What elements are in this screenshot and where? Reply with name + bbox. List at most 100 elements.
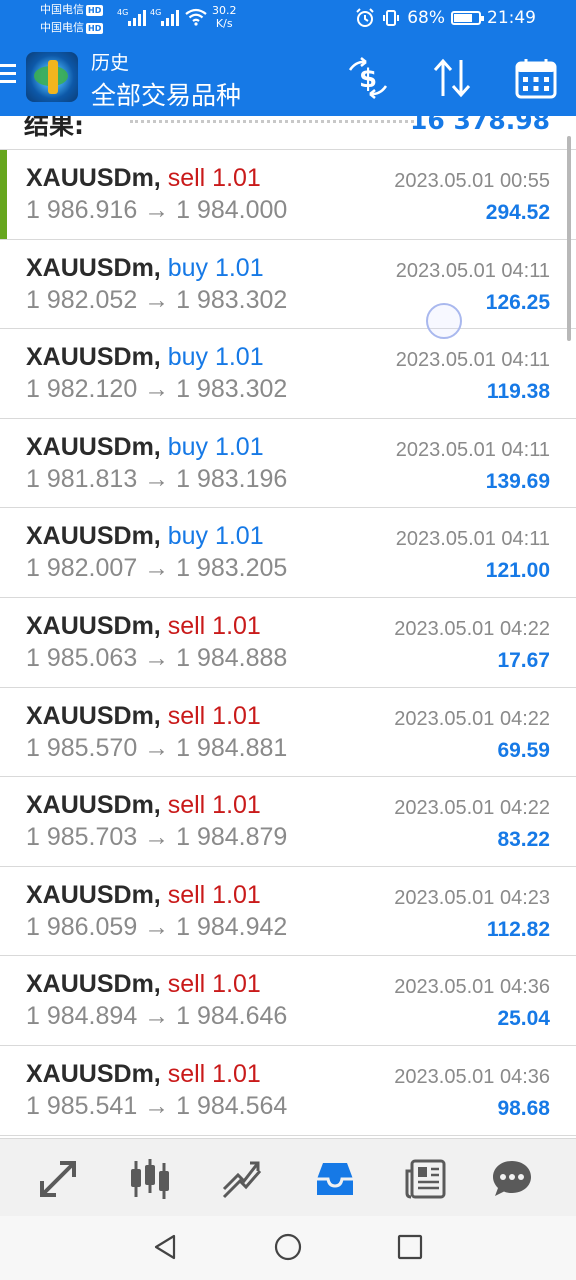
trade-datetime: 2023.05.01 04:36	[394, 976, 550, 999]
network-1-label: 4G	[117, 8, 129, 17]
scrollbar[interactable]	[567, 136, 571, 341]
app-logo	[26, 52, 78, 102]
battery-percent: 68%	[407, 8, 445, 28]
trade-symbol-line: XAUUSDm, sell 1.01	[26, 702, 261, 731]
trade-prices: 1 982.007 → 1 983.205	[26, 554, 288, 583]
trade-prices: 1 985.541 → 1 984.564	[26, 1091, 288, 1120]
trade-row[interactable]: XAUUSDm, buy 1.01 1 982.007 → 1 983.205 20…	[0, 508, 576, 598]
trade-row[interactable]: XAUUSDm, buy 1.01 1 982.120 → 1 983.302 20…	[0, 329, 576, 419]
hd-badge-2: HD	[86, 23, 104, 34]
net-speed-value: 30.2	[212, 4, 237, 17]
trade-prices: 1 985.063 → 1 984.888	[26, 643, 288, 672]
trade-row[interactable]: XAUUSDm, sell 1.01 1 985.063 → 1 984.888 2…	[0, 598, 576, 688]
trade-symbol-line: XAUUSDm, sell 1.01	[26, 612, 261, 641]
trade-profit: 17.67	[497, 648, 550, 672]
trade-side: sell 1.01	[167, 880, 261, 909]
trade-symbol: XAUUSDm,	[26, 880, 161, 909]
trade-side: sell 1.01	[167, 701, 261, 730]
carrier-2: 中国电信 HD	[40, 21, 104, 35]
summary-label: 结果:	[24, 116, 84, 140]
system-nav-bar	[0, 1216, 576, 1280]
sort-icon[interactable]	[430, 56, 474, 100]
trade-symbol-line: XAUUSDm, sell 1.01	[26, 1060, 261, 1089]
trade-row[interactable]: XAUUSDm, buy 1.01 1 982.052 → 1 983.302 20…	[0, 240, 576, 330]
network-2-label: 4G	[150, 8, 162, 17]
clock: 21:49	[487, 8, 536, 28]
trade-prices: 1 986.916 → 1 984.000	[26, 196, 288, 224]
trade-profit: 112.82	[486, 917, 550, 941]
trade-prices: 1 984.894 → 1 984.646	[26, 1002, 288, 1031]
trade-row[interactable]: XAUUSDm, sell 1.01 1 985.570 → 1 984.881 2…	[0, 688, 576, 778]
trade-row[interactable]: XAUUSDm, buy 1.01 1 981.813 → 1 983.196 20…	[0, 419, 576, 509]
trade-datetime: 2023.05.01 04:22	[394, 707, 550, 730]
trade-symbol: XAUUSDm,	[26, 611, 161, 640]
trade-side: buy 1.01	[167, 432, 264, 461]
net-speed-unit: K/s	[215, 17, 233, 30]
trade-profit: 25.04	[497, 1007, 550, 1031]
trade-symbol: XAUUSDm,	[26, 701, 161, 730]
recents-icon[interactable]	[395, 1232, 425, 1262]
trade-prices: 1 982.120 → 1 983.302	[26, 375, 288, 404]
trade-prices: 1 982.052 → 1 983.302	[26, 285, 288, 314]
battery-icon	[451, 11, 484, 25]
history-icon[interactable]	[313, 1157, 357, 1201]
net-speed: 30.2 K/s	[212, 4, 237, 30]
wifi-icon	[185, 8, 207, 26]
chart-icon[interactable]	[128, 1157, 172, 1201]
signal-icon	[128, 8, 146, 26]
hd-badge: HD	[86, 5, 104, 16]
trade-profit: 121.00	[485, 559, 550, 583]
trade-row[interactable]: XAUUSDm, sell 1.01 1 986.059 → 1 984.942 2…	[0, 867, 576, 957]
bottom-tab-bar	[0, 1138, 576, 1216]
trade-prices: 1 981.813 → 1 983.196	[26, 464, 288, 493]
trade-row[interactable]: XAUUSDm, sell 1.01 1 986.916 → 1 984.000 2…	[0, 150, 576, 240]
trade-profit: 119.38	[486, 380, 550, 404]
currency-exchange-icon[interactable]: $	[346, 56, 390, 100]
trade-datetime: 2023.05.01 04:11	[395, 349, 550, 372]
trade-prices: 1 986.059 → 1 984.942	[26, 912, 288, 941]
trade-profit: 98.68	[497, 1096, 550, 1120]
menu-icon[interactable]	[0, 64, 16, 88]
trade-datetime: 2023.05.01 04:36	[394, 1065, 550, 1088]
trade-datetime: 2023.05.01 04:11	[395, 438, 550, 461]
trade-side: sell 1.01	[167, 1059, 261, 1088]
news-icon[interactable]	[404, 1157, 448, 1201]
trade-prices: 1 985.570 → 1 984.881	[26, 733, 288, 762]
trade-side: sell 1.01	[167, 791, 261, 820]
vibrate-icon	[383, 10, 400, 26]
home-icon[interactable]	[273, 1232, 303, 1262]
back-icon[interactable]	[150, 1232, 180, 1262]
summary-row: 结果: 16 378.98	[0, 116, 576, 150]
symbol-filter[interactable]: 全部交易品种	[91, 76, 241, 112]
touch-indicator	[426, 303, 462, 339]
trade-symbol: XAUUSDm,	[26, 1059, 161, 1088]
alarm-icon	[356, 8, 374, 27]
chat-icon[interactable]	[490, 1157, 534, 1201]
trade-list: XAUUSDm, sell 1.01 1 986.916 → 1 984.000 2…	[0, 150, 576, 1136]
trade-side: buy 1.01	[167, 343, 264, 372]
page-title: 历史	[91, 52, 130, 74]
trade-row[interactable]: XAUUSDm, sell 1.01 1 984.894 → 1 984.646 2…	[0, 956, 576, 1046]
trade-symbol: XAUUSDm,	[26, 970, 161, 999]
trade-profit: 69.59	[497, 738, 550, 762]
trade-icon[interactable]	[220, 1157, 264, 1201]
quotes-icon[interactable]	[36, 1157, 80, 1201]
trade-symbol: XAUUSDm,	[26, 791, 161, 820]
trade-datetime: 2023.05.01 04:22	[394, 797, 550, 820]
trade-row[interactable]: XAUUSDm, sell 1.01 1 985.703 → 1 984.879 2…	[0, 777, 576, 867]
trade-symbol-line: XAUUSDm, sell 1.01	[26, 970, 261, 999]
status-bar: 中国电信 HD 中国电信 HD 4G 4G 30.2 K/s 68% 21:49	[0, 0, 576, 40]
summary-value: 16 378.98	[410, 116, 550, 135]
trade-row[interactable]: XAUUSDm, sell 1.01 1 985.541 → 1 984.564 2…	[0, 1046, 576, 1136]
summary-leader	[130, 120, 420, 123]
trade-symbol: XAUUSDm,	[26, 343, 161, 372]
carrier-1: 中国电信 HD	[40, 3, 104, 17]
trade-symbol-line: XAUUSDm, buy 1.01	[26, 522, 264, 551]
trade-profit: 139.69	[485, 469, 550, 493]
trade-prices: 1 985.703 → 1 984.879	[26, 823, 288, 852]
calendar-icon[interactable]	[514, 56, 558, 100]
trade-symbol: XAUUSDm,	[26, 164, 161, 192]
trade-symbol-line: XAUUSDm, buy 1.01	[26, 343, 264, 372]
trade-side: sell 1.01	[167, 611, 261, 640]
trade-symbol-line: XAUUSDm, sell 1.01	[26, 164, 261, 193]
